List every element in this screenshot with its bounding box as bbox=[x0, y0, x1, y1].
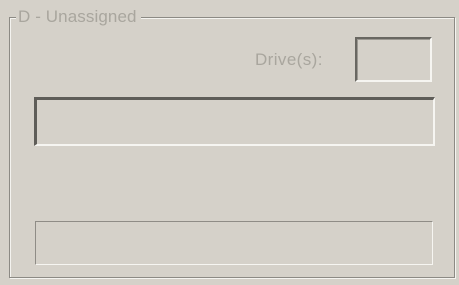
groupbox-title: D - Unassigned bbox=[16, 7, 141, 27]
drive-field[interactable] bbox=[355, 37, 432, 82]
status-field bbox=[35, 221, 433, 265]
main-input-field[interactable] bbox=[34, 97, 435, 146]
drive-label: Drive(s): bbox=[255, 50, 323, 69]
